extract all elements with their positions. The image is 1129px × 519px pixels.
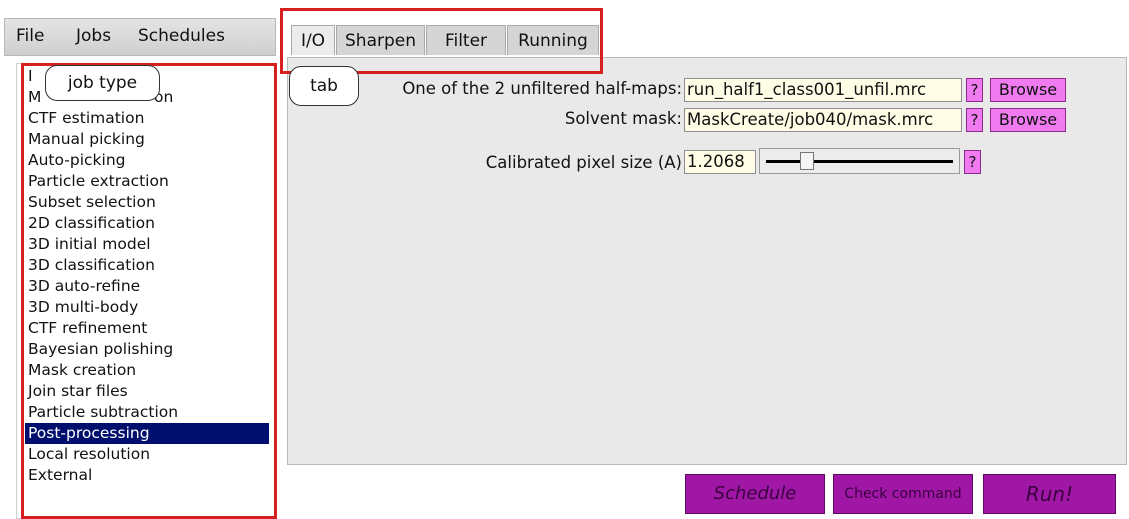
halfmaps-input[interactable]: run_half1_class001_unfil.mrc bbox=[684, 78, 962, 102]
job-item[interactable]: Particle subtraction bbox=[25, 402, 269, 423]
slider-line bbox=[766, 160, 953, 163]
job-item[interactable]: Manual picking bbox=[25, 129, 269, 150]
mask-label: Solvent mask: bbox=[564, 109, 682, 128]
job-item-selected[interactable]: Post-processing bbox=[25, 423, 269, 444]
job-item[interactable]: 3D initial model bbox=[25, 234, 269, 255]
tab-running[interactable]: Running bbox=[507, 25, 599, 55]
schedule-button[interactable]: Schedule bbox=[685, 474, 825, 514]
halfmaps-browse-button[interactable]: Browse bbox=[990, 78, 1066, 102]
halfmaps-label: One of the 2 unfiltered half-maps: bbox=[402, 79, 682, 98]
job-item[interactable]: Join star files bbox=[25, 381, 269, 402]
job-item[interactable]: CTF estimation bbox=[25, 108, 269, 129]
menu-bar: File Jobs Schedules bbox=[4, 18, 276, 56]
tab-filter[interactable]: Filter bbox=[426, 25, 506, 55]
job-item[interactable]: Auto-picking bbox=[25, 150, 269, 171]
tab-bar: I/O Sharpen Filter Running bbox=[287, 23, 1127, 57]
job-item[interactable]: Subset selection bbox=[25, 192, 269, 213]
job-item[interactable]: Mask creation bbox=[25, 360, 269, 381]
job-type-callout: job type bbox=[45, 65, 160, 101]
run-button[interactable]: Run! bbox=[983, 474, 1116, 514]
menu-file[interactable]: File bbox=[16, 26, 44, 46]
job-item[interactable]: Local resolution bbox=[25, 444, 269, 465]
mask-browse-button[interactable]: Browse bbox=[990, 108, 1066, 132]
menu-jobs[interactable]: Jobs bbox=[76, 26, 111, 46]
job-item[interactable]: External bbox=[25, 465, 269, 486]
pixel-size-slider[interactable] bbox=[759, 148, 960, 174]
job-item[interactable]: CTF refinement bbox=[25, 318, 269, 339]
job-item[interactable]: 2D classification bbox=[25, 213, 269, 234]
pixel-size-label: Calibrated pixel size (A) bbox=[485, 153, 682, 172]
job-item[interactable]: 3D classification bbox=[25, 255, 269, 276]
job-item[interactable]: Bayesian polishing bbox=[25, 339, 269, 360]
menu-schedules[interactable]: Schedules bbox=[138, 26, 225, 46]
pixel-size-help-button[interactable]: ? bbox=[964, 150, 981, 174]
job-item[interactable]: 3D multi-body bbox=[25, 297, 269, 318]
job-item[interactable]: 3D auto-refine bbox=[25, 276, 269, 297]
action-bar: Schedule Check command Run! bbox=[287, 465, 1127, 519]
pixel-size-input[interactable]: 1.2068 bbox=[684, 150, 756, 174]
mask-input[interactable]: MaskCreate/job040/mask.mrc bbox=[684, 108, 962, 132]
mask-help-button[interactable]: ? bbox=[966, 108, 983, 132]
halfmaps-help-button[interactable]: ? bbox=[966, 78, 983, 102]
job-item[interactable]: Particle extraction bbox=[25, 171, 269, 192]
tab-callout: tab bbox=[289, 66, 359, 106]
slider-thumb[interactable] bbox=[800, 152, 814, 170]
job-type-list: I Mon CTF estimation Manual picking Auto… bbox=[16, 63, 276, 519]
tab-io[interactable]: I/O bbox=[291, 25, 335, 55]
check-command-button[interactable]: Check command bbox=[833, 474, 973, 514]
tab-sharpen[interactable]: Sharpen bbox=[336, 25, 425, 55]
